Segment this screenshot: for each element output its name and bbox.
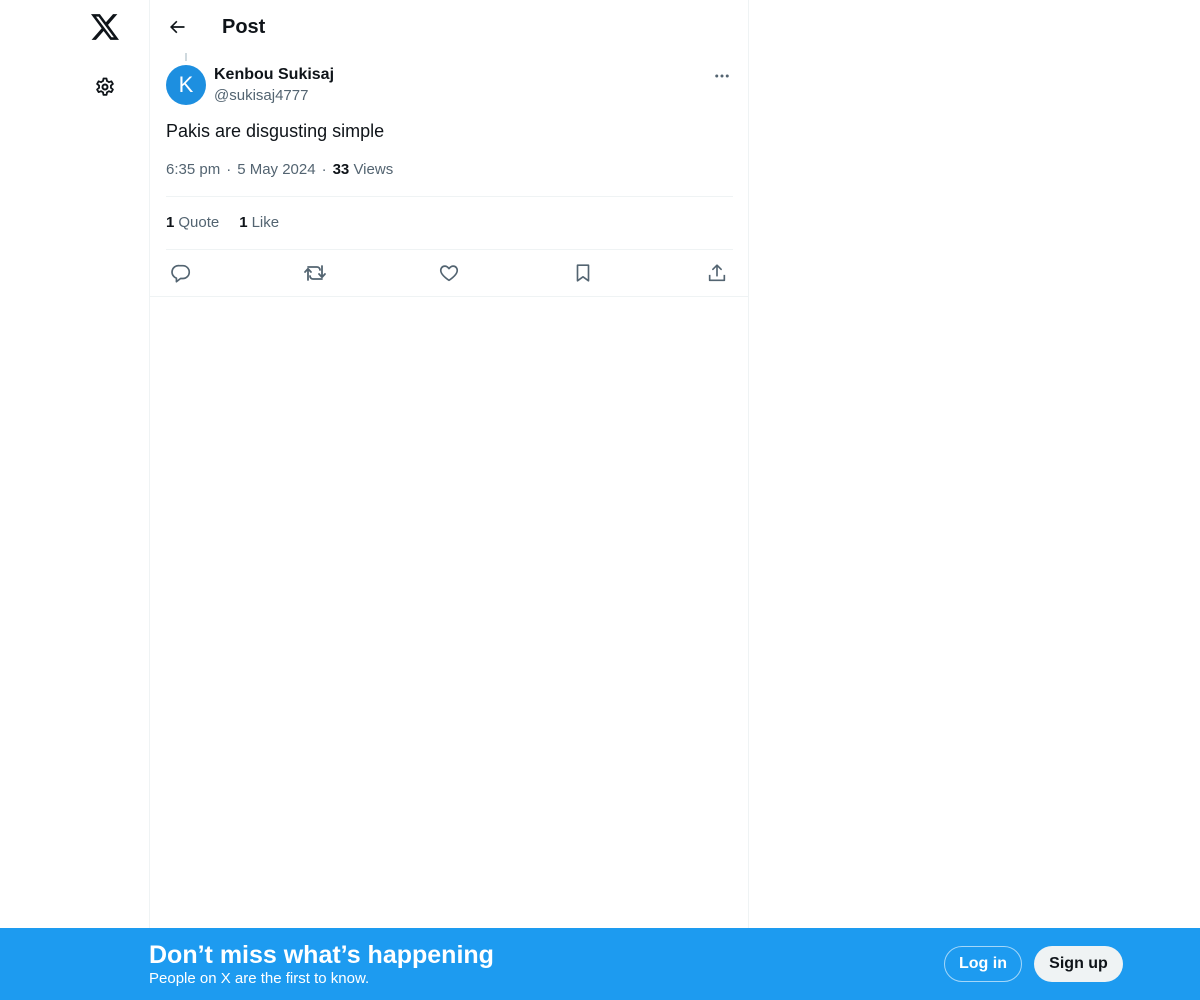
views-label: Views bbox=[353, 161, 394, 178]
avatar[interactable]: K bbox=[166, 65, 206, 105]
page-header: Post bbox=[150, 0, 748, 53]
meta-separator: · bbox=[226, 161, 232, 178]
gear-icon[interactable] bbox=[83, 65, 127, 109]
meta-separator: · bbox=[321, 161, 327, 178]
quotes-count: 1 bbox=[166, 214, 175, 231]
tweet-date: 5 May 2024 bbox=[237, 161, 316, 178]
likes-label: Like bbox=[251, 214, 280, 231]
login-button[interactable]: Log in bbox=[944, 946, 1022, 982]
tweet-time: 6:35 pm bbox=[166, 161, 221, 178]
signup-button[interactable]: Sign up bbox=[1034, 946, 1123, 982]
share-button[interactable] bbox=[699, 255, 735, 291]
retweet-icon bbox=[304, 265, 326, 281]
bookmark-icon bbox=[576, 264, 590, 282]
engagement-stats: 1 Quote 1 Like bbox=[166, 213, 299, 233]
more-horizontal-icon bbox=[715, 74, 729, 78]
x-logo-icon[interactable] bbox=[83, 5, 127, 49]
author-handle[interactable]: @sukisaj4777 bbox=[214, 86, 308, 106]
divider bbox=[166, 196, 733, 197]
arrow-left-icon bbox=[170, 20, 185, 34]
quotes-stat[interactable]: 1 Quote bbox=[166, 213, 219, 233]
retweet-button[interactable] bbox=[297, 255, 333, 291]
banner-subtitle: People on X are the first to know. bbox=[149, 970, 370, 987]
x-logo-svg bbox=[91, 14, 119, 40]
reply-button[interactable] bbox=[163, 255, 199, 291]
thread-connector bbox=[185, 53, 187, 61]
tweet-meta: 6:35 pm · 5 May 2024 · 33 Views bbox=[166, 160, 393, 180]
tweet-actions bbox=[150, 250, 748, 297]
signup-banner: Don’t miss what’s happening People on X … bbox=[0, 928, 1200, 1000]
tweet-text: Pakis are disgusting simple bbox=[166, 121, 385, 141]
like-button[interactable] bbox=[431, 255, 467, 291]
left-navigation bbox=[0, 0, 150, 1000]
page-title: Post bbox=[222, 16, 266, 38]
share-icon bbox=[708, 264, 726, 282]
heart-icon bbox=[439, 265, 459, 282]
author-display-name[interactable]: Kenbou Sukisaj bbox=[214, 65, 334, 85]
more-options-button[interactable] bbox=[706, 60, 738, 92]
banner-title: Don’t miss what’s happening bbox=[149, 941, 494, 969]
back-button[interactable] bbox=[159, 9, 195, 45]
likes-stat[interactable]: 1 Like bbox=[239, 213, 279, 233]
primary-column: Post K Kenbou Sukisaj @sukisaj4777 Pakis… bbox=[149, 0, 749, 1000]
gear-svg bbox=[96, 77, 114, 96]
tweet-time-link[interactable]: 6:35 pm · 5 May 2024 bbox=[166, 161, 316, 178]
views-count: 33 bbox=[332, 161, 350, 178]
bookmark-button[interactable] bbox=[565, 255, 601, 291]
likes-count: 1 bbox=[239, 214, 248, 231]
quotes-label: Quote bbox=[178, 214, 220, 231]
reply-icon bbox=[171, 264, 191, 283]
